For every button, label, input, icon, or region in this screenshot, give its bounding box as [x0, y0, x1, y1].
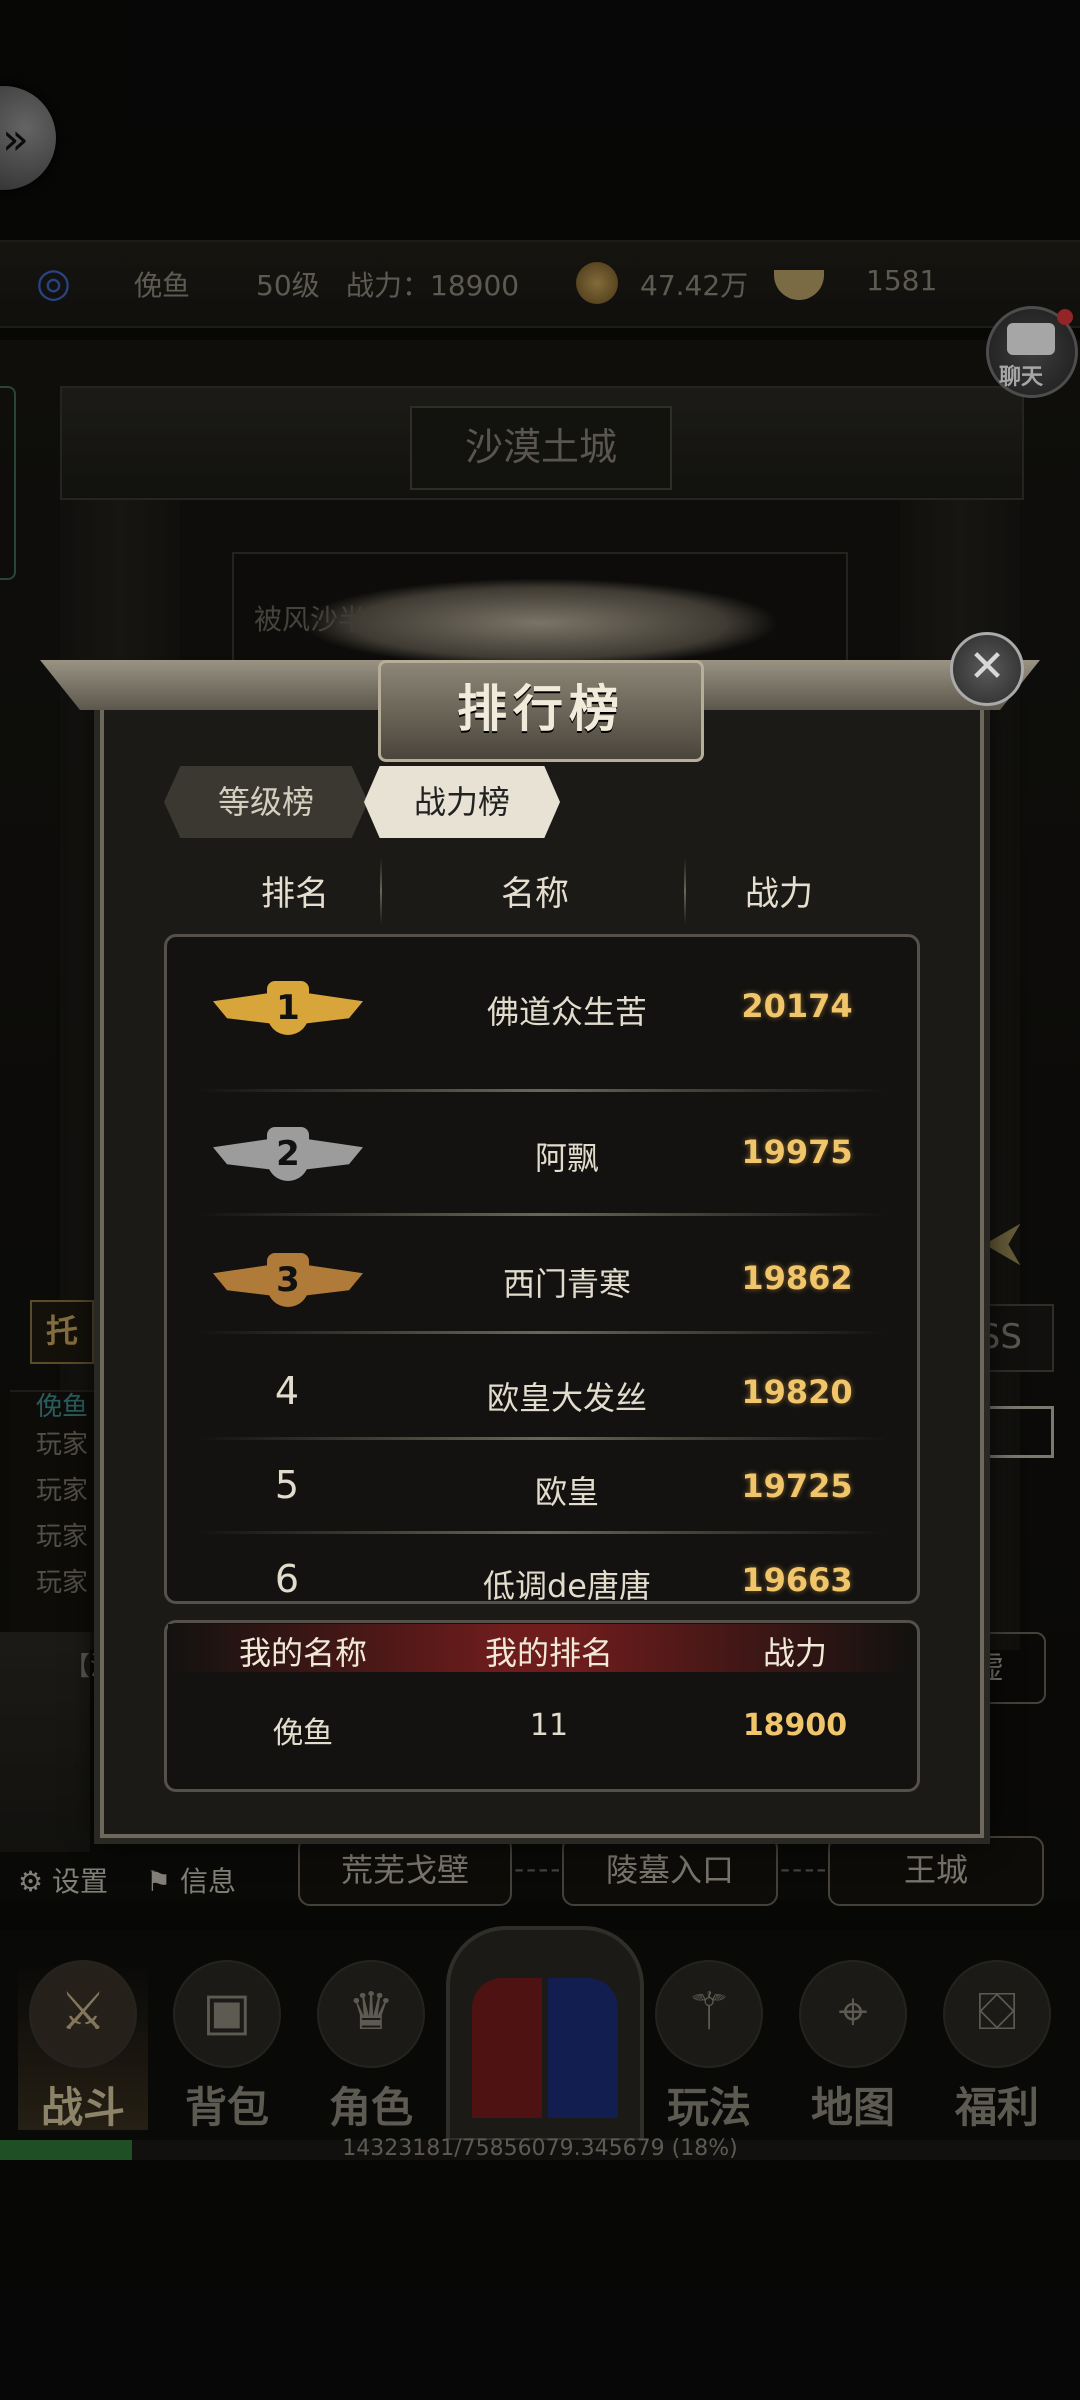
row-power: 19862: [741, 1259, 853, 1297]
bronze-medal-icon: 3: [213, 1249, 363, 1315]
medal-rank: 1: [267, 981, 309, 1035]
my-name: 俛鱼: [273, 1716, 333, 1751]
my-power: 18900: [742, 1708, 848, 1743]
column-header-power: 战力: [745, 874, 813, 914]
row-name: 欧皇: [534, 1473, 599, 1511]
row-power: 19725: [741, 1467, 853, 1505]
ranking-list[interactable]: 1 佛道众生苦 20174 2 阿飘 19975 3 西门青寒 19862 4 …: [164, 934, 920, 1604]
banner-ornament: [300, 578, 780, 668]
close-button[interactable]: ✕: [950, 632, 1024, 706]
tab-level-ranking[interactable]: 等级榜: [164, 766, 368, 838]
my-rank: 11: [529, 1708, 569, 1743]
row-divider: [197, 1089, 887, 1092]
column-divider: [684, 858, 686, 924]
my-name-header: 我的名称: [238, 1634, 367, 1672]
row-name: 西门青寒: [502, 1265, 631, 1303]
silver-medal-icon: 2: [213, 1123, 363, 1189]
row-rank: 5: [274, 1463, 300, 1507]
row-power: 19663: [741, 1561, 853, 1599]
row-divider: [197, 1331, 887, 1334]
panel-title: 排行榜: [457, 680, 625, 738]
gold-medal-icon: 1: [213, 977, 363, 1043]
my-power-header: 战力: [762, 1634, 827, 1672]
close-icon: ✕: [968, 641, 1006, 692]
my-rank-header: 我的排名: [484, 1634, 613, 1672]
panel-title-plate: 排行榜: [378, 660, 704, 762]
row-rank: 4: [274, 1369, 300, 1413]
column-header-rank: 排名: [261, 874, 329, 914]
row-name: 阿飘: [534, 1139, 599, 1177]
column-divider: [380, 858, 382, 924]
row-power: 20174: [741, 987, 853, 1025]
row-power: 19820: [741, 1373, 853, 1411]
column-header-name: 名称: [501, 874, 569, 914]
medal-rank: 2: [267, 1127, 309, 1181]
row-rank: 6: [274, 1557, 300, 1601]
row-name: 欧皇大发丝: [486, 1379, 647, 1417]
row-divider: [197, 1437, 887, 1440]
row-name: 佛道众生苦: [486, 993, 647, 1031]
row-power: 19975: [741, 1133, 853, 1171]
tab-power-ranking[interactable]: 战力榜: [364, 766, 560, 838]
row-divider: [197, 1213, 887, 1216]
row-divider: [197, 1531, 887, 1534]
medal-rank: 3: [267, 1253, 309, 1307]
row-name: 低调de唐唐: [482, 1567, 651, 1604]
